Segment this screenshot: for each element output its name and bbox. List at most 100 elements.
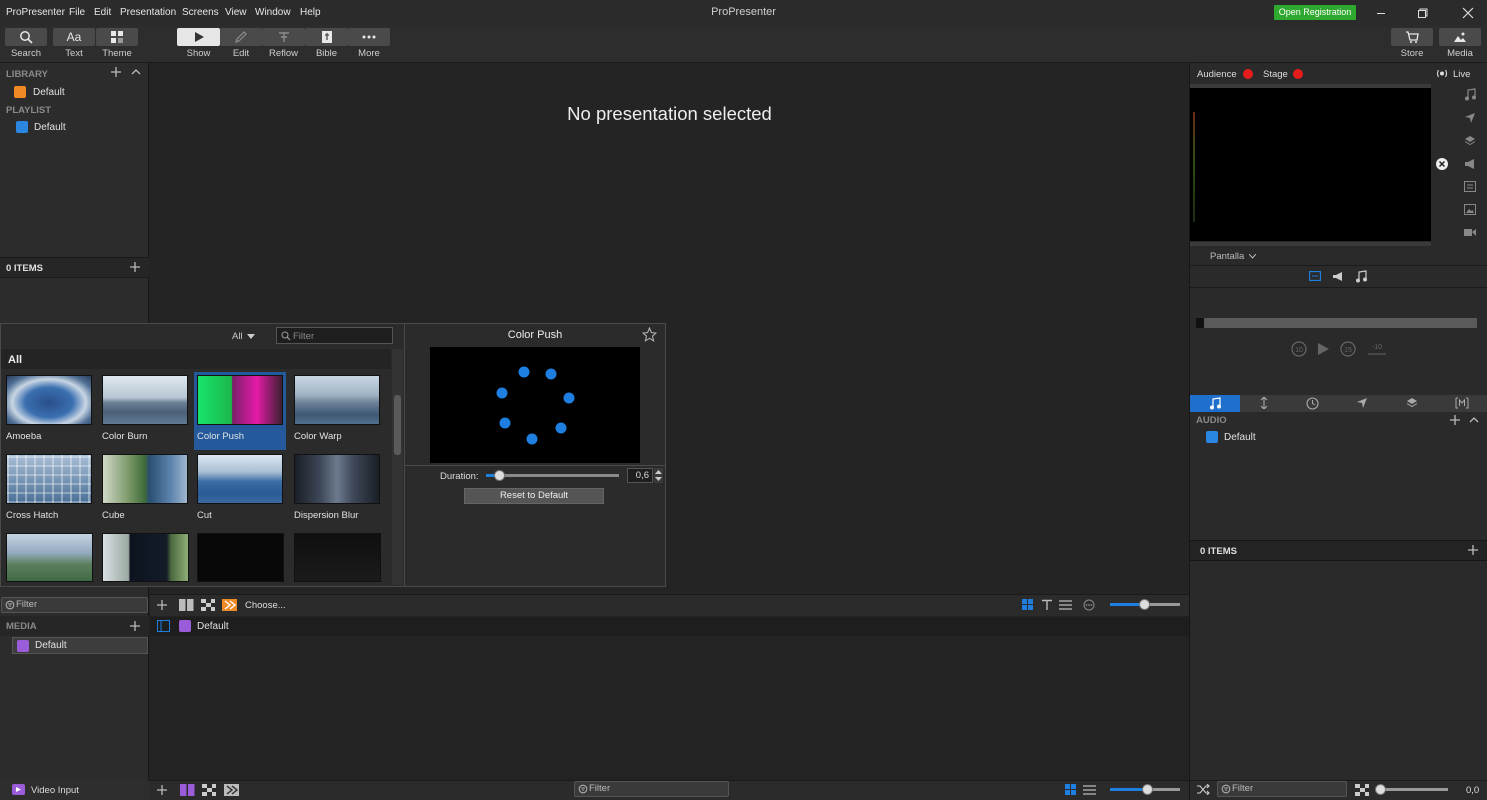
audio-item-default[interactable]: Default	[1206, 431, 1256, 443]
duration-stepper[interactable]	[654, 468, 663, 483]
play-icon[interactable]	[1315, 341, 1331, 357]
media-button[interactable]: Media	[1439, 28, 1481, 62]
transition-thumbnail[interactable]	[6, 533, 93, 582]
audience-status-dot[interactable]	[1243, 69, 1253, 79]
collapse-library-icon[interactable]	[130, 66, 142, 78]
scrollbar-thumb[interactable]	[394, 395, 401, 455]
transition-thumbnail[interactable]	[102, 533, 189, 582]
media-playlist-row[interactable]	[150, 617, 1189, 636]
media-size-slider[interactable]	[1110, 784, 1180, 795]
transition-color-burn[interactable]: Color Burn	[99, 372, 191, 450]
announcement-tab-icon[interactable]	[1332, 271, 1344, 282]
playback-progress-bar[interactable]	[1196, 318, 1477, 328]
checker-audio-icon[interactable]	[1355, 784, 1369, 796]
add-audio-icon[interactable]	[1449, 414, 1461, 426]
text-view-icon[interactable]	[1041, 599, 1053, 611]
zoom-slider-knob[interactable]	[1139, 599, 1150, 610]
checker-bottom-icon[interactable]	[202, 784, 216, 796]
transition-color-push[interactable]: Color Push	[194, 372, 286, 450]
edit-mode-button[interactable]: Edit	[220, 28, 262, 62]
more-button[interactable]: More	[348, 28, 390, 62]
shuffle-icon[interactable]	[1197, 784, 1210, 795]
megaphone-icon[interactable]	[1464, 158, 1476, 170]
add-library-icon[interactable]	[110, 66, 122, 78]
grid-view-bottom-icon[interactable]	[1065, 784, 1077, 796]
tab-timer-icon[interactable]	[1306, 397, 1319, 410]
category-select[interactable]: All	[232, 331, 255, 342]
duration-slider-knob[interactable]	[494, 470, 505, 481]
media-item-default[interactable]: Default	[12, 637, 148, 654]
volume-slider-knob[interactable]	[1375, 784, 1386, 795]
choose-transition-link[interactable]: Choose...	[245, 600, 286, 611]
theme-button[interactable]: Theme	[96, 28, 138, 62]
grid-view-icon[interactable]	[1022, 599, 1034, 611]
transition-cube[interactable]: Cube	[99, 451, 191, 529]
minimize-icon[interactable]	[1373, 5, 1389, 21]
tab-macros-icon[interactable]	[1455, 397, 1469, 409]
playlist-item-default[interactable]: Default	[16, 121, 66, 133]
music-note-icon[interactable]	[1464, 88, 1476, 101]
tab-props-icon[interactable]	[1258, 397, 1270, 409]
announcement-arrow-icon[interactable]	[1464, 112, 1476, 124]
transition-dispersion-blur[interactable]: Dispersion Blur	[291, 451, 383, 529]
rewind-icon[interactable]: 10	[1290, 340, 1308, 358]
stage-status-dot[interactable]	[1293, 69, 1303, 79]
duration-slider[interactable]	[486, 470, 619, 481]
transition-scrollbar[interactable]	[392, 349, 403, 585]
output-preview[interactable]	[1190, 84, 1431, 241]
tab-messages-icon[interactable]	[1356, 397, 1368, 409]
options-icon[interactable]	[1083, 599, 1095, 611]
text-button[interactable]: Aa Text	[53, 28, 95, 62]
layers-icon[interactable]	[1464, 135, 1476, 147]
audio-tab-icon[interactable]	[1355, 270, 1367, 283]
transition-thumbnail[interactable]	[197, 533, 284, 582]
add-media-folder-icon[interactable]	[129, 620, 141, 632]
list-view-bottom-icon[interactable]	[1083, 784, 1096, 796]
list-view-icon[interactable]	[1059, 599, 1072, 611]
open-registration-button[interactable]: Open Registration	[1274, 5, 1356, 20]
add-media-icon[interactable]	[156, 599, 168, 611]
clear-all-icon[interactable]	[1436, 158, 1448, 170]
screen-select[interactable]: Pantalla	[1210, 251, 1257, 262]
duration-value-field[interactable]: 0,6	[627, 468, 653, 483]
audio-filter-input[interactable]: Filter	[1217, 781, 1347, 797]
checker-icon[interactable]	[201, 599, 215, 611]
transition-amoeba[interactable]: Amoeba	[3, 372, 95, 450]
transition-cross-hatch[interactable]: Cross Hatch	[3, 451, 95, 529]
image-icon[interactable]	[1464, 204, 1476, 215]
transition-cut[interactable]: Cut	[194, 451, 286, 529]
transition-bottom-icon[interactable]	[224, 784, 239, 796]
transition-thumbnail[interactable]	[294, 533, 381, 582]
add-media-bottom-icon[interactable]	[156, 784, 168, 796]
transition-icon[interactable]	[222, 599, 237, 611]
fast-forward-icon[interactable]: 15	[1339, 340, 1357, 358]
tab-audio[interactable]	[1190, 395, 1240, 412]
bible-mode-button[interactable]: Bible	[305, 28, 348, 62]
media-filter-input[interactable]: Filter	[574, 781, 729, 797]
transition-filter-input[interactable]: Filter	[276, 327, 393, 344]
media-type-icon[interactable]	[180, 784, 195, 796]
size-slider-knob[interactable]	[1142, 784, 1153, 795]
add-item-icon[interactable]	[129, 261, 141, 273]
transition-color-warp[interactable]: Color Warp	[291, 372, 383, 450]
add-audio-item-icon[interactable]	[1467, 544, 1479, 556]
maximize-icon[interactable]	[1415, 5, 1431, 21]
video-camera-icon[interactable]	[1464, 228, 1476, 237]
collapse-audio-icon[interactable]	[1468, 414, 1480, 426]
playback-handle[interactable]	[1196, 318, 1204, 328]
search-button[interactable]: Search	[5, 28, 47, 62]
favorite-star-icon[interactable]	[642, 327, 657, 342]
library-filter-input[interactable]: Filter	[1, 597, 148, 613]
skip-back-icon[interactable]: -10	[1366, 340, 1388, 358]
slide-preview-tab-icon[interactable]	[1309, 271, 1321, 281]
close-window-icon[interactable]	[1460, 5, 1476, 21]
media-zoom-slider[interactable]	[1110, 599, 1180, 610]
volume-slider[interactable]	[1375, 784, 1448, 795]
store-button[interactable]: Store	[1391, 28, 1433, 62]
media-playlist-default[interactable]: Default	[179, 620, 229, 632]
sidebar-toggle-icon[interactable]	[157, 620, 170, 632]
text-slide-icon[interactable]	[1464, 181, 1476, 192]
reset-to-default-button[interactable]: Reset to Default	[464, 488, 604, 504]
show-mode-button[interactable]: Show	[177, 28, 220, 62]
library-item-default[interactable]: Default	[14, 86, 65, 98]
